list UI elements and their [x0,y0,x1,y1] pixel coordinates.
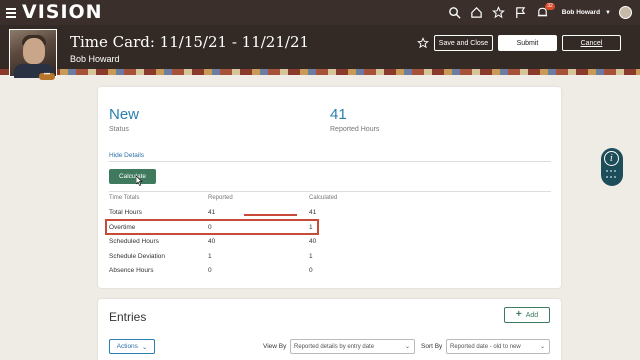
row-name: Scheduled Hours [109,238,159,245]
actions-menu-button[interactable]: Actions ⌄ [109,339,155,354]
row-reported: 41 [208,209,216,216]
reported-hours-label: Reported Hours [330,126,380,133]
view-by-label: View By [263,343,287,350]
sort-by-select[interactable]: Reported date - old to new ⌄ [446,339,550,354]
row-name: Total Hours [109,209,142,216]
home-icon[interactable] [470,6,484,20]
more-options-icon[interactable]: ••• [39,72,55,80]
row-name: Schedule Deviation [109,253,166,260]
page-title: Time Card: 11/15/21 - 11/21/21 [70,33,310,51]
favorite-star-icon[interactable] [417,37,429,49]
divider [109,161,551,162]
sort-by-label: Sort By [421,343,443,350]
apps-grid-icon[interactable] [606,170,616,180]
hide-details-link[interactable]: Hide Details [109,152,144,159]
annotation-highlight-box [105,219,319,235]
row-name: Absence Hours [109,267,154,274]
entries-title: Entries [109,310,147,324]
search-icon[interactable] [448,6,462,20]
top-icons: 32 Bob Howard ▼ [440,0,632,25]
column-header-reported: Reported [208,195,233,201]
menu-icon[interactable] [6,7,16,18]
user-avatar[interactable] [619,6,632,19]
summary-card: New Status 41 Reported Hours Hide Detail… [98,87,561,288]
row-reported: 0 [208,267,212,274]
chevron-down-icon: ⌄ [141,343,148,351]
add-button[interactable]: + Add [504,307,550,323]
notification-badge: 32 [545,2,555,10]
sort-by-value: Reported date - old to new [450,343,521,350]
row-reported: 40 [208,238,216,245]
mouse-cursor-icon [136,176,143,186]
actions-label: Actions [116,343,138,350]
add-button-label: Add [525,311,539,319]
header-decorative-strip [0,69,640,75]
column-header-calculated: Calculated [309,195,338,201]
reported-hours-value: 41 [330,106,347,123]
flag-icon[interactable] [514,6,528,20]
view-by-select[interactable]: Reported details by entry date ⌄ [290,339,415,354]
calculate-button[interactable]: Calculate [109,169,156,184]
row-calculated: 41 [309,209,317,216]
plus-icon: + [515,309,522,320]
chevron-down-icon[interactable]: ▼ [605,10,611,16]
row-calculated: 0 [309,267,313,274]
save-and-close-button[interactable]: Save and Close [434,35,493,51]
row-calculated: 40 [309,238,317,245]
annotation-underline [244,214,297,216]
chevron-down-icon: ⌄ [539,344,545,350]
app-logo[interactable]: VISION [22,0,103,25]
status-label: Status [109,126,129,133]
page-subtitle: Bob Howard [70,54,120,64]
top-bar: VISION 32 Bob Howard ▼ [0,0,640,25]
cancel-button[interactable]: Cancel [562,35,621,51]
chevron-down-icon: ⌄ [404,344,410,350]
row-reported: 1 [208,253,212,260]
favorites-star-icon[interactable] [492,6,506,20]
column-header-time-totals: Time Totals [109,195,140,201]
status-value: New [109,106,140,123]
row-calculated: 1 [309,253,313,260]
employee-photo [9,29,57,78]
info-icon[interactable]: i [604,151,619,166]
submit-button[interactable]: Submit [498,35,557,51]
user-name[interactable]: Bob Howard [562,9,600,16]
view-by-value: Reported details by entry date [294,343,375,350]
notifications-bell-icon[interactable]: 32 [536,2,555,20]
divider [109,191,551,192]
entries-card: Entries + Add Actions ⌄ View By Reported… [98,299,561,360]
